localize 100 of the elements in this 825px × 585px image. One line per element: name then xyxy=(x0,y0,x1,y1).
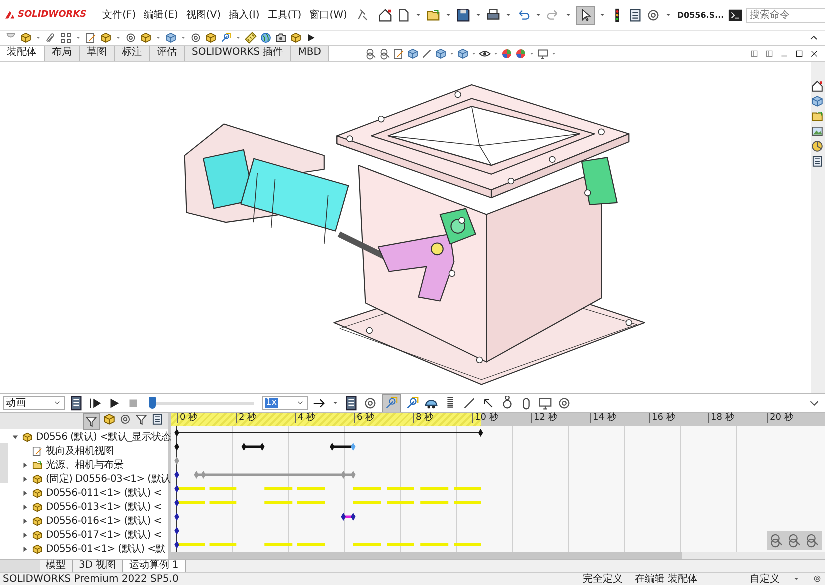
gear-icon[interactable] xyxy=(646,8,662,22)
ruler-icon[interactable] xyxy=(245,32,257,44)
monitor-icon[interactable] xyxy=(537,48,550,60)
cube-icon[interactable] xyxy=(435,48,448,60)
save-icon[interactable] xyxy=(456,8,472,22)
command-tab[interactable]: 布局 xyxy=(45,46,80,61)
expand-arrow-icon[interactable] xyxy=(22,532,29,538)
tree-item[interactable]: D0556-016<1> (默认) < xyxy=(46,514,162,528)
tree-item[interactable]: D0556-011<1> (默认) < xyxy=(46,486,162,500)
picture-icon[interactable] xyxy=(811,125,824,138)
logo: SOLIDWORKS xyxy=(4,9,87,21)
study-type-dropdown[interactable]: 动画 xyxy=(3,396,65,410)
menu-item[interactable]: 视图(V) xyxy=(186,8,221,22)
gear-icon[interactable] xyxy=(363,396,378,410)
expand-arrow-icon[interactable] xyxy=(22,490,29,496)
search-field[interactable]: 搜索命令 xyxy=(746,8,825,22)
open-folder-icon[interactable] xyxy=(811,110,824,123)
pencil-icon[interactable] xyxy=(85,32,97,44)
tree-item[interactable]: D0556 (默认) <默认_显示状态 xyxy=(36,430,171,444)
menu-item[interactable]: 工具(T) xyxy=(268,8,302,22)
gear-icon[interactable] xyxy=(119,413,132,426)
settings-icon[interactable] xyxy=(813,573,822,585)
scrollbar-thumb[interactable] xyxy=(0,443,8,483)
cube-icon[interactable] xyxy=(165,32,177,44)
cube-icon[interactable] xyxy=(457,48,470,60)
gear-icon[interactable] xyxy=(190,32,202,44)
scrollbar-thumb[interactable] xyxy=(171,552,682,559)
assembly-icon[interactable] xyxy=(32,474,43,484)
tree-item[interactable]: D0556-013<1> (默认) < xyxy=(46,500,162,514)
tree-item[interactable]: 光源、相机与布景 xyxy=(46,458,124,472)
grid-icon[interactable] xyxy=(60,32,72,44)
view-tab[interactable]: 运动算例 1 xyxy=(123,560,186,572)
tree-item[interactable]: 视向及相机视图 xyxy=(46,444,114,458)
camera-icon[interactable] xyxy=(275,32,287,44)
gear-icon[interactable] xyxy=(557,396,572,410)
expand-arrow-icon[interactable] xyxy=(22,546,29,552)
units-selector[interactable]: 自定义 xyxy=(750,574,780,584)
globe-icon[interactable] xyxy=(260,32,272,44)
tree-item[interactable]: (固定) D0556-03<1> (默认 xyxy=(46,472,171,486)
scrollbar[interactable] xyxy=(171,552,825,559)
menu-item[interactable]: 文件(F) xyxy=(102,8,136,22)
menu-item[interactable]: 编辑(E) xyxy=(144,8,178,22)
command-tab[interactable]: 草图 xyxy=(80,46,115,61)
open-folder-icon[interactable] xyxy=(426,8,442,22)
component-icon[interactable] xyxy=(290,32,302,44)
list-icon[interactable] xyxy=(151,413,164,426)
menu-item[interactable]: 窗口(W) xyxy=(310,8,348,22)
assembly-icon[interactable] xyxy=(22,432,33,442)
filter-icon[interactable] xyxy=(135,413,148,426)
playback-speed-dropdown[interactable]: 1x xyxy=(262,396,308,410)
gear-icon[interactable] xyxy=(125,32,137,44)
component-icon[interactable] xyxy=(100,32,112,44)
list-icon[interactable] xyxy=(811,155,824,168)
time-label: 4 秒 xyxy=(295,413,354,423)
command-tab[interactable]: SOLIDWORKS 插件 xyxy=(185,46,292,61)
zoom-to-fit-icon[interactable] xyxy=(769,532,784,548)
select-button[interactable] xyxy=(576,6,596,24)
calculate-icon[interactable] xyxy=(69,396,84,410)
home-icon[interactable] xyxy=(811,80,824,93)
cube-icon[interactable] xyxy=(811,95,824,108)
part-icon[interactable] xyxy=(32,516,43,526)
print-icon[interactable] xyxy=(486,8,502,22)
assembly-icon[interactable] xyxy=(32,544,43,554)
expand-arrow-icon[interactable] xyxy=(22,462,29,468)
pencil-icon[interactable] xyxy=(393,48,406,60)
autokey-button[interactable] xyxy=(382,394,401,412)
time-slider[interactable] xyxy=(149,397,254,409)
component-icon[interactable] xyxy=(140,32,152,44)
component-icon[interactable] xyxy=(20,32,32,44)
search-icon[interactable] xyxy=(365,48,378,60)
pie-icon[interactable] xyxy=(811,140,824,153)
editing-status: 在编辑 装配体 xyxy=(634,574,698,584)
pencil-icon[interactable] xyxy=(32,446,43,456)
component-icon[interactable] xyxy=(205,32,217,44)
save-animation-icon[interactable] xyxy=(344,396,359,410)
results-icon[interactable] xyxy=(538,396,553,410)
command-tab[interactable]: 评估 xyxy=(150,46,185,61)
component-icon[interactable] xyxy=(103,413,116,426)
new-document-icon[interactable] xyxy=(396,8,412,22)
expand-arrow-icon[interactable] xyxy=(22,476,29,482)
expand-arrow-icon[interactable] xyxy=(22,504,29,510)
folder-icon[interactable] xyxy=(32,460,43,470)
part-icon[interactable] xyxy=(32,530,43,540)
paperclip-icon[interactable] xyxy=(45,32,57,44)
tree-item[interactable]: D0556-01<1> (默认) <默 xyxy=(46,542,166,556)
collapse-arrow-icon[interactable] xyxy=(12,434,19,440)
search-icon[interactable] xyxy=(379,48,392,60)
filter-icon[interactable] xyxy=(85,414,98,428)
home-icon[interactable] xyxy=(378,8,394,22)
part-icon[interactable] xyxy=(32,488,43,498)
part-icon[interactable] xyxy=(32,502,43,512)
tree-item[interactable]: D0556-017<1> (默认) < xyxy=(46,528,162,542)
command-tab[interactable]: 标注 xyxy=(115,46,150,61)
command-tab[interactable]: MBD xyxy=(291,46,330,61)
list-icon[interactable] xyxy=(628,8,644,22)
zoom-in-icon[interactable] xyxy=(787,532,802,548)
expand-arrow-icon[interactable] xyxy=(22,518,29,524)
menu-item[interactable]: 插入(I) xyxy=(229,8,260,22)
zoom-out-icon[interactable] xyxy=(805,532,820,548)
cube-icon[interactable] xyxy=(407,48,420,60)
